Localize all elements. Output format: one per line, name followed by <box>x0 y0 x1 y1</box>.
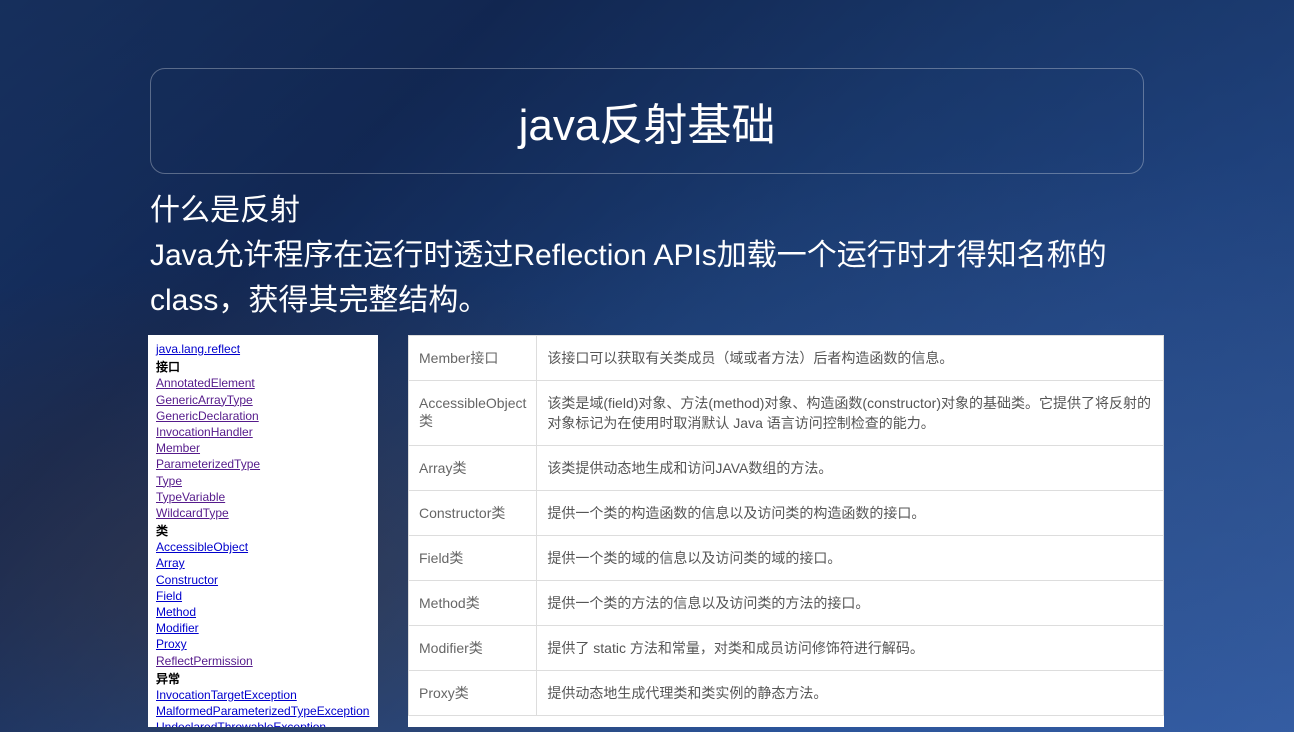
api-list-panel: java.lang.reflect 接口AnnotatedElementGene… <box>148 335 378 727</box>
api-table-panel: Member接口该接口可以获取有关类成员（域或者方法）后者构造函数的信息。Acc… <box>408 335 1164 727</box>
api-link[interactable]: Modifier <box>156 620 370 636</box>
table-row: AccessibleObject类该类是域(field)对象、方法(method… <box>409 381 1164 446</box>
table-row: Modifier类提供了 static 方法和常量，对类和成员访问修饰符进行解码… <box>409 626 1164 671</box>
api-name-cell: Modifier类 <box>409 626 537 671</box>
api-desc-cell: 提供一个类的构造函数的信息以及访问类的构造函数的接口。 <box>537 491 1164 536</box>
slide-title: java反射基础 <box>151 89 1143 153</box>
api-link[interactable]: GenericDeclaration <box>156 408 370 424</box>
api-link[interactable]: AnnotatedElement <box>156 375 370 391</box>
api-table: Member接口该接口可以获取有关类成员（域或者方法）后者构造函数的信息。Acc… <box>408 335 1164 716</box>
api-name-cell: Field类 <box>409 536 537 581</box>
subtitle-1: 什么是反射 <box>150 188 1194 233</box>
api-desc-cell: 该类是域(field)对象、方法(method)对象、构造函数(construc… <box>537 381 1164 446</box>
api-name-cell: Method类 <box>409 581 537 626</box>
table-row: Member接口该接口可以获取有关类成员（域或者方法）后者构造函数的信息。 <box>409 336 1164 381</box>
table-row: Array类该类提供动态地生成和访问JAVA数组的方法。 <box>409 446 1164 491</box>
api-link[interactable]: ReflectPermission <box>156 653 370 669</box>
api-link[interactable]: InvocationHandler <box>156 424 370 440</box>
section-label: 接口 <box>156 359 370 375</box>
package-link[interactable]: java.lang.reflect <box>156 341 370 357</box>
api-link[interactable]: Array <box>156 555 370 571</box>
title-box: java反射基础 <box>150 68 1144 174</box>
table-row: Proxy类提供动态地生成代理类和类实例的静态方法。 <box>409 671 1164 716</box>
subtitle-2: Java允许程序在运行时透过Reflection APIs加载一个运行时才得知名… <box>150 233 1194 323</box>
api-desc-cell: 提供一个类的方法的信息以及访问类的方法的接口。 <box>537 581 1164 626</box>
api-desc-cell: 提供动态地生成代理类和类实例的静态方法。 <box>537 671 1164 716</box>
section-label: 异常 <box>156 671 370 687</box>
api-link[interactable]: Method <box>156 604 370 620</box>
table-row: Field类提供一个类的域的信息以及访问类的域的接口。 <box>409 536 1164 581</box>
api-link[interactable]: UndeclaredThrowableException <box>156 719 370 727</box>
api-link[interactable]: AccessibleObject <box>156 539 370 555</box>
api-sections: 接口AnnotatedElementGenericArrayTypeGeneri… <box>156 359 370 727</box>
section-label: 类 <box>156 523 370 539</box>
api-link[interactable]: InvocationTargetException <box>156 687 370 703</box>
api-link[interactable]: WildcardType <box>156 505 370 521</box>
api-desc-cell: 提供了 static 方法和常量，对类和成员访问修饰符进行解码。 <box>537 626 1164 671</box>
api-link[interactable]: Member <box>156 440 370 456</box>
api-name-cell: Member接口 <box>409 336 537 381</box>
api-name-cell: Constructor类 <box>409 491 537 536</box>
subtitle-block: 什么是反射 Java允许程序在运行时透过Reflection APIs加载一个运… <box>150 188 1194 323</box>
api-link[interactable]: Constructor <box>156 572 370 588</box>
api-link[interactable]: TypeVariable <box>156 489 370 505</box>
api-link[interactable]: GenericArrayType <box>156 392 370 408</box>
api-desc-cell: 该类提供动态地生成和访问JAVA数组的方法。 <box>537 446 1164 491</box>
api-name-cell: Proxy类 <box>409 671 537 716</box>
api-name-cell: AccessibleObject类 <box>409 381 537 446</box>
api-desc-cell: 提供一个类的域的信息以及访问类的域的接口。 <box>537 536 1164 581</box>
table-row: Method类提供一个类的方法的信息以及访问类的方法的接口。 <box>409 581 1164 626</box>
api-link[interactable]: Field <box>156 588 370 604</box>
api-name-cell: Array类 <box>409 446 537 491</box>
api-link[interactable]: Type <box>156 473 370 489</box>
api-link[interactable]: ParameterizedType <box>156 456 370 472</box>
panels-row: java.lang.reflect 接口AnnotatedElementGene… <box>148 335 1164 727</box>
api-link[interactable]: MalformedParameterizedTypeException <box>156 703 370 719</box>
api-desc-cell: 该接口可以获取有关类成员（域或者方法）后者构造函数的信息。 <box>537 336 1164 381</box>
api-link[interactable]: Proxy <box>156 636 370 652</box>
table-row: Constructor类提供一个类的构造函数的信息以及访问类的构造函数的接口。 <box>409 491 1164 536</box>
